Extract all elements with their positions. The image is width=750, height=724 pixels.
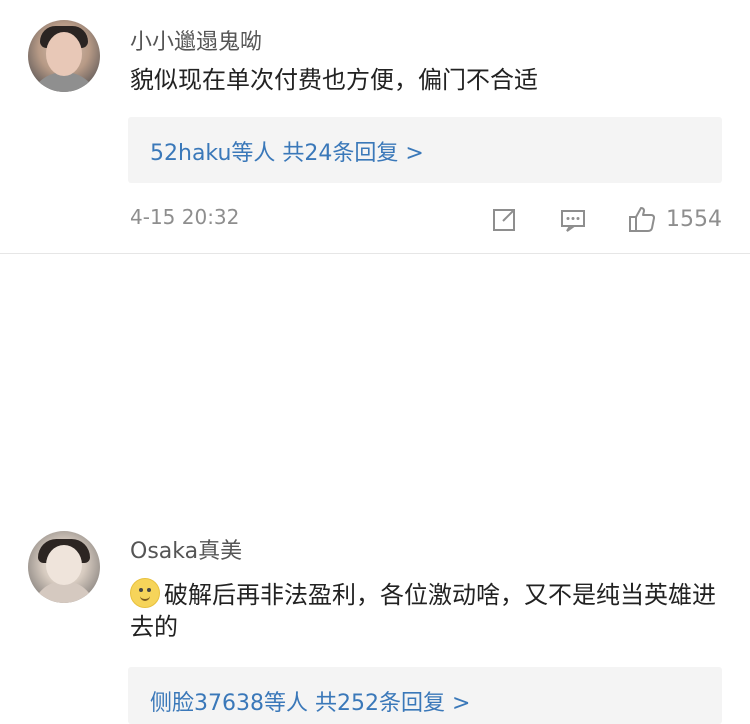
reply-summary-link[interactable]: 侧脸37638等人 共252条回复 > [150, 685, 470, 717]
comment-divider [0, 253, 750, 254]
reply-summary-link[interactable]: 52haku等人 共24条回复 > [150, 135, 424, 167]
like-icon [626, 203, 658, 235]
comment-text: 貌似现在单次付费也方便，偏门不合适 [130, 66, 538, 94]
avatar-image [28, 20, 100, 92]
avatar[interactable] [28, 531, 100, 603]
reply-summary-box[interactable]: 侧脸37638等人 共252条回复 > [128, 667, 722, 724]
comment-item: 小小邋遢鬼呦 貌似现在单次付费也方便，偏门不合适 52haku等人 共24条回复… [0, 0, 750, 254]
like-button[interactable]: 1554 [626, 202, 722, 236]
smile-emoji-icon [130, 578, 160, 608]
reply-summary-box[interactable]: 52haku等人 共24条回复 > [128, 117, 722, 183]
comment-button[interactable] [558, 202, 588, 236]
comment-text-container: 破解后再非法盈利，各位激动啥，又不是纯当英雄进去的 [130, 573, 730, 644]
comment-icon [558, 204, 588, 234]
comment-author[interactable]: 小小邋遢鬼呦 [130, 24, 262, 56]
avatar-image [28, 531, 100, 603]
avatar[interactable] [28, 20, 100, 92]
avatar-face-shape [46, 32, 82, 76]
comment-timestamp: 4-15 20:32 [130, 205, 240, 229]
smile-mouth-shape [140, 592, 150, 601]
avatar-face-shape [46, 545, 82, 585]
comment-author[interactable]: Osaka真美 [130, 533, 242, 565]
share-button[interactable] [490, 202, 520, 236]
like-count: 1554 [666, 206, 722, 232]
comment-text: 破解后再非法盈利，各位激动啥，又不是纯当英雄进去的 [130, 581, 716, 642]
share-icon [490, 204, 520, 234]
comment-item: Osaka真美 破解后再非法盈利，各位激动啥，又不是纯当英雄进去的 侧脸3763… [0, 255, 750, 724]
